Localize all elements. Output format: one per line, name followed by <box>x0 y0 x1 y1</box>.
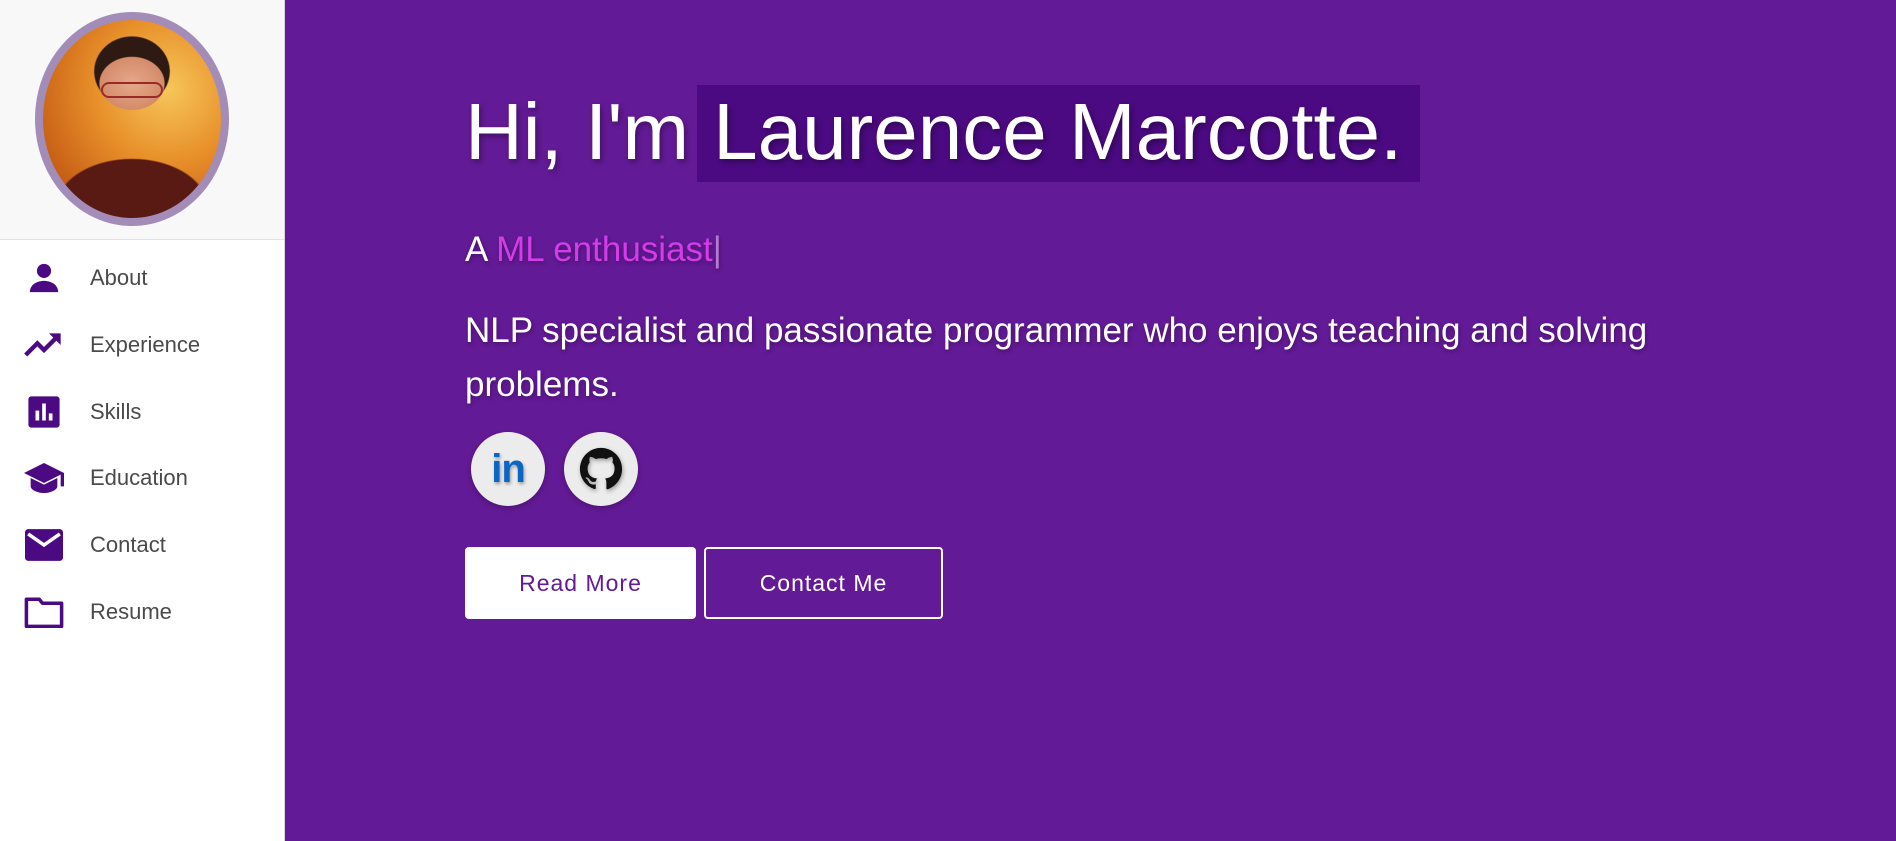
subtitle-prefix: A <box>465 230 487 269</box>
graduation-cap-icon <box>24 458 64 498</box>
read-more-button[interactable]: Read More <box>465 547 696 619</box>
github-button[interactable] <box>564 432 638 506</box>
sidebar-item-skills[interactable]: Skills <box>0 384 284 440</box>
mail-icon <box>24 525 64 565</box>
sidebar-item-experience[interactable]: Experience <box>0 317 284 373</box>
hero-subtitle: A ML enthusiast| <box>465 230 722 270</box>
bar-chart-icon <box>24 392 64 432</box>
hero-section: Hi, I'm Laurence Marcotte. A ML enthusias… <box>285 0 1896 841</box>
sidebar-item-about[interactable]: About <box>0 250 284 306</box>
profile-photo <box>35 12 229 226</box>
typed-text: ML enthusiast <box>496 230 713 269</box>
contact-me-button[interactable]: Contact Me <box>704 547 943 619</box>
sidebar-item-label: Education <box>90 465 188 490</box>
hero-title: Hi, I'm Laurence Marcotte. <box>465 82 1421 182</box>
sidebar-item-label: Contact <box>90 532 166 557</box>
glasses <box>101 82 163 98</box>
github-icon <box>579 447 623 491</box>
greeting: Hi, I'm <box>465 87 690 176</box>
linkedin-icon: in <box>491 446 526 491</box>
sidebar-item-label: Skills <box>90 399 142 424</box>
typing-cursor: | <box>712 230 722 269</box>
sidebar: About Experience Skills Education Contac… <box>0 0 285 841</box>
sidebar-item-label: About <box>90 265 148 290</box>
sidebar-item-resume[interactable]: Resume <box>0 584 284 640</box>
sidebar-item-education[interactable]: Education <box>0 450 284 506</box>
trending-up-icon <box>24 325 64 365</box>
linkedin-button[interactable]: in <box>471 432 545 506</box>
person-icon <box>24 258 64 298</box>
sidebar-item-label: Experience <box>90 332 201 357</box>
sidebar-item-contact[interactable]: Contact <box>0 517 284 573</box>
folder-icon <box>24 592 64 632</box>
hero-name: Laurence Marcotte. <box>697 85 1421 182</box>
profile-area <box>0 0 284 240</box>
hero-description: NLP specialist and passionate programmer… <box>465 311 1648 404</box>
sidebar-item-label: Resume <box>90 599 172 624</box>
